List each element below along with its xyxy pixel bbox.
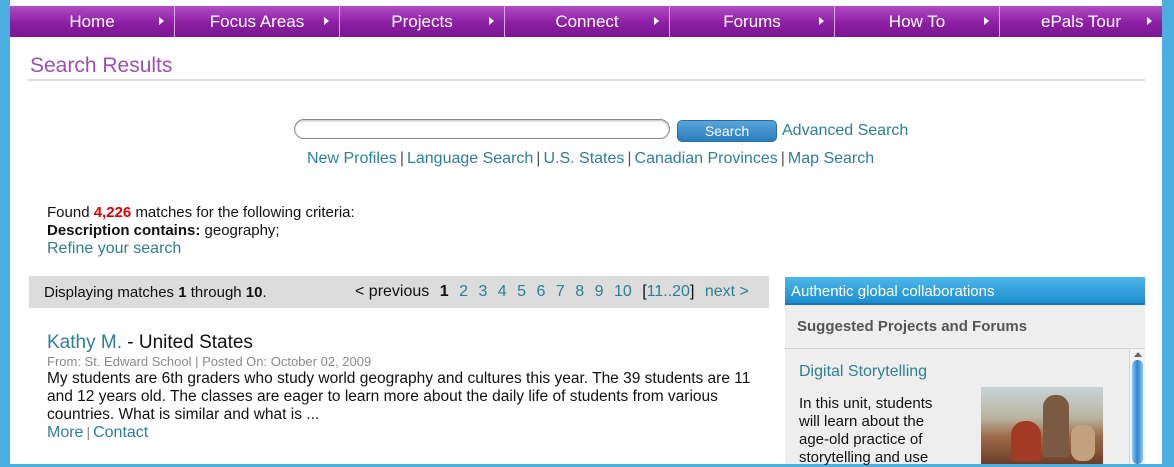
new-profiles-link[interactable]: New Profiles: [307, 150, 397, 167]
scroll-thumb[interactable]: [1132, 360, 1143, 464]
page-link[interactable]: 2: [459, 283, 468, 300]
nav-focus-areas[interactable]: Focus Areas: [175, 6, 340, 37]
arrow-right-icon: [159, 17, 164, 25]
map-search-link[interactable]: Map Search: [788, 150, 874, 167]
scroll-up-icon[interactable]: [1134, 352, 1142, 357]
nav-home[interactable]: Home: [10, 6, 175, 37]
nav-projects[interactable]: Projects: [340, 6, 505, 37]
arrow-right-icon: [819, 17, 824, 25]
refine-search-link[interactable]: Refine your search: [47, 240, 181, 257]
page-link[interactable]: 5: [517, 283, 526, 300]
next-range-link[interactable]: 11..20: [647, 283, 690, 300]
nav-connect[interactable]: Connect: [505, 6, 670, 37]
search-input[interactable]: [294, 119, 670, 139]
previous-link[interactable]: < previous: [355, 283, 429, 300]
page-link[interactable]: 4: [498, 283, 507, 300]
sidebar-subheader: Suggested Projects and Forums: [797, 318, 1028, 335]
page-link[interactable]: 8: [575, 283, 584, 300]
arrow-right-icon: [324, 17, 329, 25]
display-prefix: Displaying matches: [44, 284, 175, 301]
nav-label: Projects: [391, 11, 453, 31]
page-link[interactable]: 9: [595, 283, 604, 300]
image-figure: [1043, 395, 1069, 457]
top-nav: Home Focus Areas Projects Connect Forums…: [10, 6, 1162, 37]
nav-label: ePals Tour: [1040, 11, 1121, 31]
found-suffix: matches for the following criteria:: [135, 204, 355, 221]
nav-label: Focus Areas: [209, 11, 305, 31]
range-bracket-close: ]: [689, 283, 695, 300]
nav-how-to[interactable]: How To: [835, 6, 1000, 37]
sidebar-divider: [785, 348, 1145, 349]
page: Home Focus Areas Projects Connect Forums…: [10, 0, 1162, 466]
nav-label: Forums: [723, 11, 781, 31]
arrow-right-icon: [1147, 17, 1152, 25]
nav-label: Home: [69, 11, 115, 31]
more-link[interactable]: More: [47, 424, 83, 441]
nav-label: Connect: [555, 11, 619, 31]
match-count: 4,226: [93, 204, 132, 221]
advanced-search-link[interactable]: Advanced Search: [782, 122, 908, 140]
language-search-link[interactable]: Language Search: [407, 150, 533, 167]
nav-label: How To: [888, 11, 946, 31]
project-title-link[interactable]: Digital Storytelling: [799, 363, 927, 381]
arrow-right-icon: [654, 17, 659, 25]
page-links: < previous 1 2 3 4 5 6 7 8 9 10 [11..20]…: [355, 283, 755, 301]
criteria-label: Description contains:: [47, 222, 201, 239]
range-from: 1: [178, 284, 187, 301]
through-word: through: [190, 284, 242, 301]
criteria-value: geography;: [204, 222, 280, 239]
project-description: In this unit, students will learn about …: [799, 395, 933, 466]
image-figure: [1011, 421, 1041, 461]
project-image[interactable]: [981, 387, 1103, 464]
display-range: Displaying matches 1 through 10.: [44, 284, 267, 301]
us-states-link[interactable]: U.S. States: [543, 150, 624, 167]
separator: |: [627, 150, 632, 167]
contact-link[interactable]: Contact: [93, 424, 148, 441]
canadian-provinces-link[interactable]: Canadian Provinces: [635, 150, 778, 167]
range-to: 10: [245, 284, 263, 301]
image-figure: [1071, 425, 1095, 461]
result-country: - United States: [127, 332, 253, 353]
search-links: New Profiles | Language Search | U.S. States…: [307, 150, 874, 168]
separator: |: [780, 150, 785, 167]
sidebar-header: Authentic global collaborations: [785, 277, 1145, 305]
result-actions: More | Contact: [47, 424, 148, 442]
separator: |: [536, 150, 541, 167]
result-description: My students are 6th graders who study wo…: [47, 370, 751, 423]
page-link[interactable]: 10: [614, 283, 632, 300]
page-link[interactable]: 6: [537, 283, 546, 300]
period: .: [262, 284, 267, 301]
page-link[interactable]: 3: [478, 283, 487, 300]
sidebar: Authentic global collaborations Suggeste…: [785, 277, 1145, 466]
result-name-link[interactable]: Kathy M.: [47, 332, 122, 353]
separator: |: [86, 424, 91, 440]
nav-forums[interactable]: Forums: [670, 6, 835, 37]
current-page: 1: [439, 283, 449, 300]
page-link[interactable]: 7: [556, 283, 565, 300]
next-link[interactable]: next >: [705, 283, 749, 300]
criteria-line: Description contains: geography;: [47, 222, 355, 240]
sidebar-scrollbar[interactable]: [1129, 349, 1145, 464]
arrow-right-icon: [489, 17, 494, 25]
results-summary: Found 4,226 matches for the following cr…: [47, 204, 355, 258]
pagination-bar: Displaying matches 1 through 10. < previ…: [29, 276, 769, 308]
found-prefix: Found: [47, 204, 90, 221]
found-line: Found 4,226 matches for the following cr…: [47, 204, 355, 222]
separator: |: [399, 150, 404, 167]
title-divider: [28, 79, 1145, 81]
arrow-right-icon: [984, 17, 989, 25]
page-title: Search Results: [30, 54, 173, 77]
search-button[interactable]: Search: [677, 120, 777, 142]
result-meta: From: St. Edward School | Posted On: Oct…: [47, 354, 372, 369]
nav-epals-tour[interactable]: ePals Tour: [1000, 6, 1162, 37]
result-heading: Kathy M. - United States: [47, 332, 253, 354]
